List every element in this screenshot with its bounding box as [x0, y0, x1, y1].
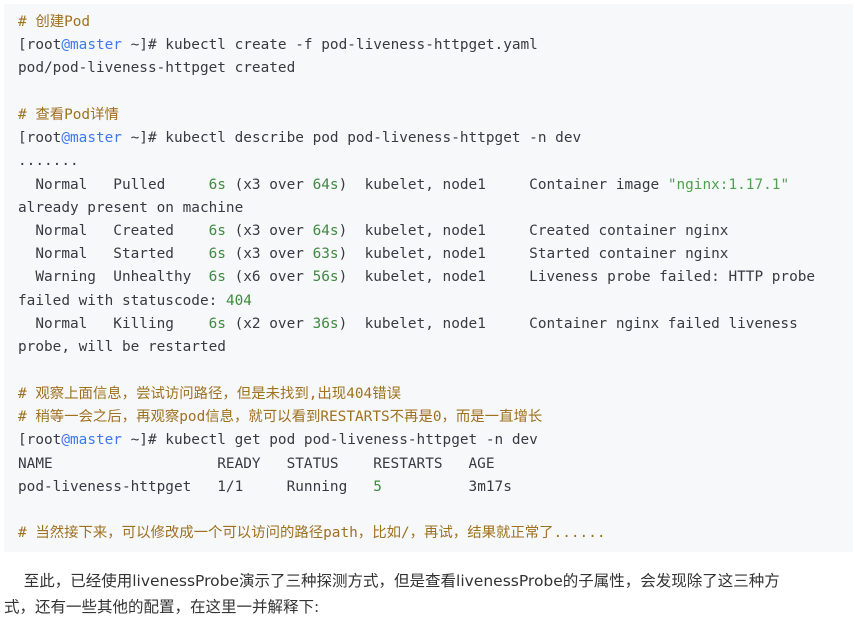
- prompt-user: [root: [18, 37, 62, 53]
- event-row-created: Normal Created 6s (x3 over 64s) kubelet,…: [18, 220, 728, 243]
- event-text: (x3 over: [225, 177, 313, 193]
- event-text: (x2 over: [225, 316, 313, 332]
- code-comment-fix: # 当然接下来，可以修改成一个可以访问的路径path，比如/，再试，结果就正常了…: [18, 525, 606, 541]
- event-text: (x3 over: [225, 246, 313, 262]
- event-age: 6s: [208, 269, 226, 285]
- event-row-unhealthy-cont: failed with statuscode: 404: [18, 290, 252, 313]
- code-comment-create-pod: # 创建Pod: [18, 14, 91, 30]
- event-over: 64s: [312, 177, 339, 193]
- code-block: # 创建Pod [root@master ~]# kubectl create …: [4, 4, 853, 552]
- event-over: 63s: [312, 246, 339, 262]
- command-text: ~]# kubectl create -f pod-liveness-httpg…: [121, 37, 538, 53]
- pod-row-text: pod-liveness-httpget 1/1 Running: [18, 479, 374, 495]
- prompt-host: @master: [61, 37, 122, 53]
- command-text: ~]# kubectl describe pod pod-liveness-ht…: [121, 130, 582, 146]
- event-text: (x3 over: [225, 223, 313, 239]
- prompt-host: @master: [61, 432, 122, 448]
- event-age: 6s: [208, 223, 226, 239]
- event-text: (x6 over: [225, 269, 313, 285]
- event-text: ) kubelet, node1 Container nginx failed …: [338, 316, 798, 332]
- code-ellipsis: .......: [18, 153, 79, 169]
- event-row-killing-cont: probe, will be restarted: [18, 339, 226, 355]
- event-image-string: "nginx:1.17.1": [667, 177, 790, 193]
- code-comment-describe: # 查看Pod详情: [18, 107, 119, 123]
- code-comment-observe: # 观察上面信息，尝试访问路径，但是未找到,出现404错误: [18, 386, 401, 402]
- event-row-pulled-cont: already present on machine: [18, 200, 244, 216]
- event-age: 6s: [208, 316, 226, 332]
- code-command-get-pod: [root@master ~]# kubectl get pod pod-liv…: [18, 429, 538, 452]
- event-row-killing: Normal Killing 6s (x2 over 36s) kubelet,…: [18, 313, 798, 336]
- event-text: Normal Killing: [18, 316, 209, 332]
- pod-row-age: 3m17s: [381, 479, 512, 495]
- code-comment-wait: # 稍等一会之后，再观察pod信息，就可以看到RESTARTS不再是0，而是一直…: [18, 409, 543, 425]
- event-text: ) kubelet, node1 Created container nginx: [338, 223, 729, 239]
- event-age: 6s: [208, 177, 226, 193]
- restarts-count: 5: [373, 479, 382, 495]
- paragraph-line-2: 式，还有一些其他的配置，在这里一并解释下:: [4, 598, 320, 616]
- prompt-user: [root: [18, 432, 62, 448]
- command-text: ~]# kubectl get pod pod-liveness-httpget…: [121, 432, 538, 448]
- event-over: 56s: [312, 269, 339, 285]
- event-text: ) kubelet, node1 Container image: [338, 177, 668, 193]
- prompt-host: @master: [61, 130, 122, 146]
- pod-table-row: pod-liveness-httpget 1/1 Running 5 3m17s: [18, 476, 512, 499]
- event-text: failed with statuscode:: [18, 293, 226, 309]
- event-row-unhealthy: Warning Unhealthy 6s (x6 over 56s) kubel…: [18, 266, 815, 289]
- status-code: 404: [225, 293, 252, 309]
- prompt-user: [root: [18, 130, 62, 146]
- event-row-started: Normal Started 6s (x3 over 63s) kubelet,…: [18, 243, 728, 266]
- code-command-create: [root@master ~]# kubectl create -f pod-l…: [18, 34, 538, 57]
- event-text: ) kubelet, node1 Started container nginx: [338, 246, 729, 262]
- event-text: Warning Unhealthy: [18, 269, 209, 285]
- event-text: Normal Created: [18, 223, 209, 239]
- event-text: Normal Started: [18, 246, 209, 262]
- event-over: 36s: [312, 316, 339, 332]
- event-row-pulled: Normal Pulled 6s (x3 over 64s) kubelet, …: [18, 174, 789, 197]
- paragraph-line-1: 至此，已经使用livenessProbe演示了三种探测方式，但是查看livene…: [4, 572, 780, 590]
- event-age: 6s: [208, 246, 226, 262]
- code-command-describe: [root@master ~]# kubectl describe pod po…: [18, 127, 581, 150]
- code-output-created: pod/pod-liveness-httpget created: [18, 60, 296, 76]
- pod-table-header: NAME READY STATUS RESTARTS AGE: [18, 456, 495, 472]
- event-text: Normal Pulled: [18, 177, 209, 193]
- event-text: ) kubelet, node1 Liveness probe failed: …: [338, 269, 816, 285]
- event-over: 64s: [312, 223, 339, 239]
